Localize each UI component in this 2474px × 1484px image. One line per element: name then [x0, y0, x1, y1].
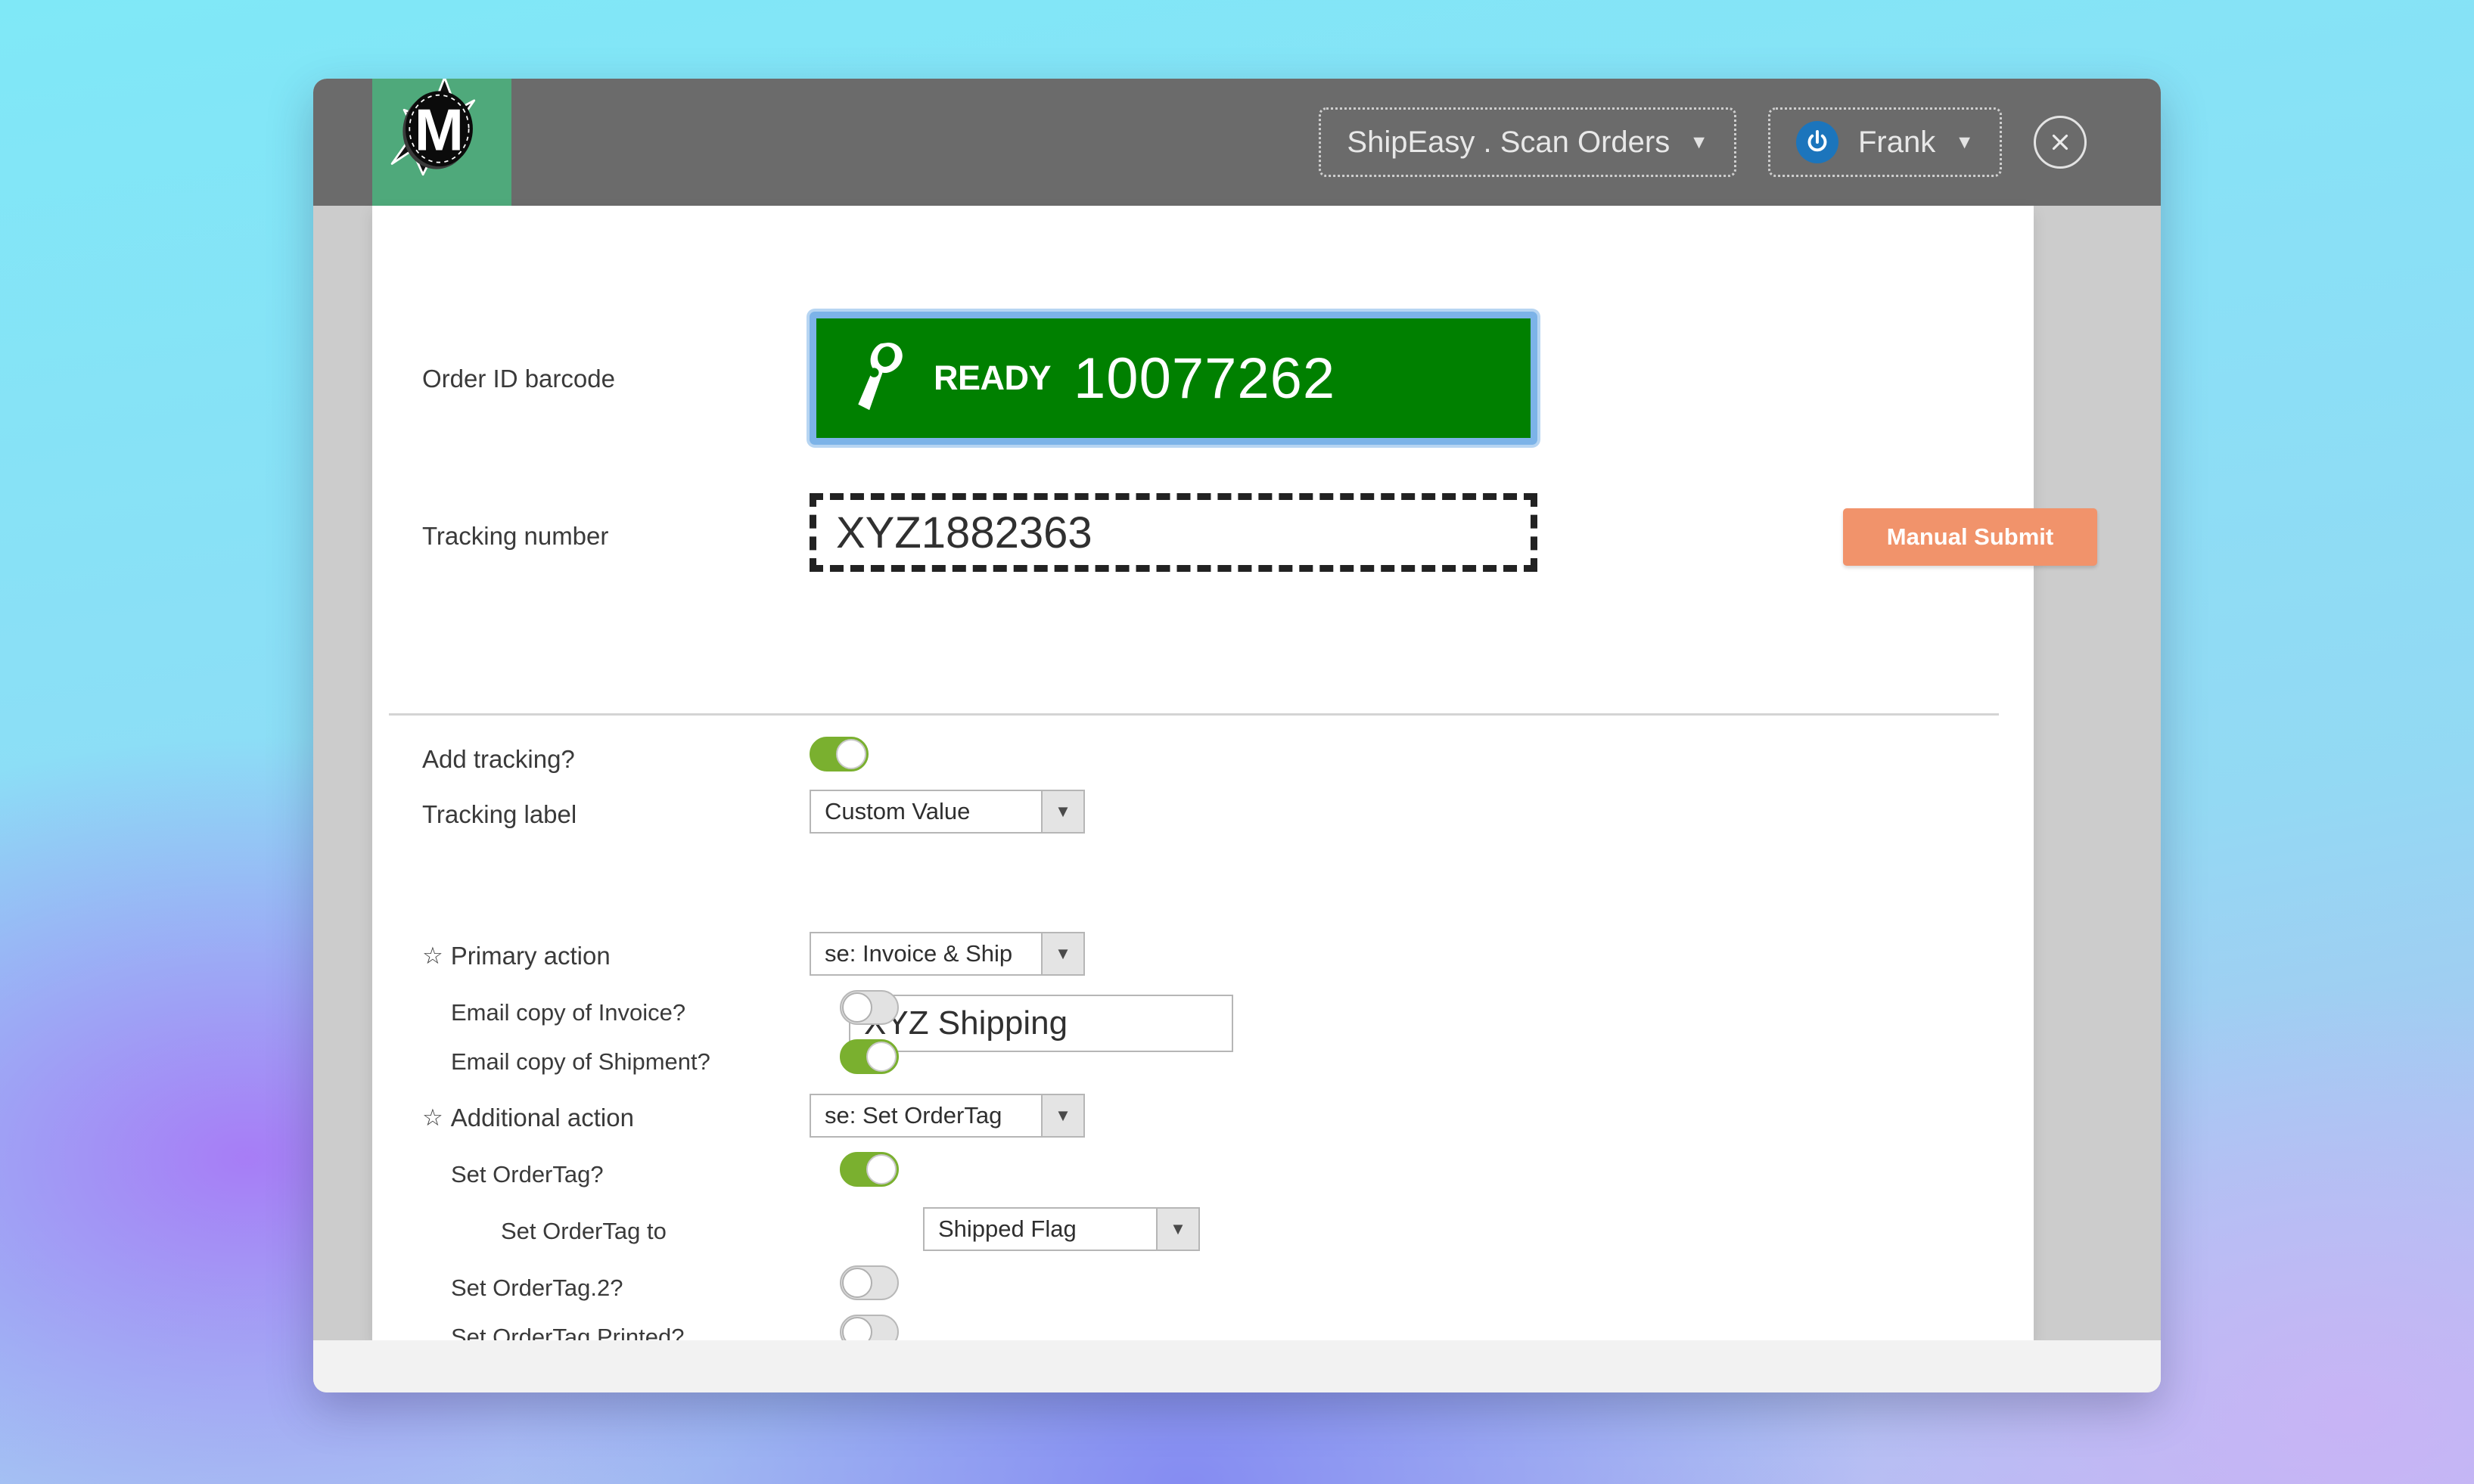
barcode-scanner-icon: [858, 342, 903, 411]
scan-orders-page: Order ID barcode READY 10077262 Tracking…: [372, 206, 2097, 1349]
tracking-number-input[interactable]: [810, 493, 1537, 572]
primary-action-value: se: Invoice & Ship: [825, 940, 1013, 967]
scan-form: Order ID barcode READY 10077262 Tracking…: [372, 206, 2097, 1349]
titlebar-actions: ShipEasy . Scan Orders ▼ Frank ▼: [1319, 79, 2161, 206]
chevron-down-icon: ▼: [1689, 131, 1708, 153]
app-selector-dropdown[interactable]: ShipEasy . Scan Orders ▼: [1319, 107, 1736, 177]
set-ordertag-to-label: Set OrderTag to: [501, 1218, 667, 1244]
window-footer: [313, 1340, 2161, 1392]
set-ordertag-label: Set OrderTag?: [451, 1161, 604, 1188]
set-ordertag-2-toggle[interactable]: [840, 1265, 899, 1300]
app-selector-label: ShipEasy . Scan Orders: [1347, 125, 1671, 159]
tracking-custom-value-input[interactable]: [849, 995, 1233, 1052]
add-tracking-label: Add tracking?: [422, 745, 575, 773]
order-id-value: 10077262: [1074, 346, 1336, 411]
chevron-down-icon: ▼: [1041, 1095, 1083, 1136]
star-icon: ☆: [422, 1104, 443, 1131]
toggle-knob: [842, 1268, 872, 1298]
section-divider: [389, 713, 1999, 716]
additional-action-value: se: Set OrderTag: [825, 1102, 1002, 1129]
toggle-knob: [866, 1154, 897, 1184]
chevron-down-icon: ▼: [1156, 1209, 1198, 1250]
set-ordertag-toggle[interactable]: [840, 1152, 899, 1187]
add-tracking-toggle[interactable]: [810, 737, 869, 771]
tracking-number-label: Tracking number: [422, 522, 609, 550]
email-invoice-label: Email copy of Invoice?: [451, 999, 686, 1026]
close-button[interactable]: [2034, 116, 2087, 169]
toggle-knob: [842, 992, 872, 1023]
email-shipment-label: Email copy of Shipment?: [451, 1048, 710, 1075]
email-invoice-toggle[interactable]: [840, 990, 899, 1025]
close-icon: [2052, 134, 2068, 151]
star-icon: ☆: [422, 942, 443, 969]
scanner-status-text: READY: [934, 359, 1052, 397]
set-ordertag-to-select[interactable]: Shipped Flag ▼: [923, 1207, 1200, 1251]
toggle-knob: [866, 1042, 897, 1072]
user-menu-dropdown[interactable]: Frank ▼: [1768, 107, 2002, 177]
additional-action-label: Additional action: [450, 1104, 634, 1132]
primary-action-select[interactable]: se: Invoice & Ship ▼: [810, 932, 1085, 976]
tracking-label-select[interactable]: Custom Value ▼: [810, 790, 1085, 834]
power-icon: [1796, 121, 1838, 163]
email-shipment-toggle[interactable]: [840, 1039, 899, 1074]
additional-action-label-row: ☆ Additional action: [422, 1105, 634, 1130]
lightning-m-logo-icon: M: [390, 79, 476, 176]
set-ordertag-to-value: Shipped Flag: [938, 1215, 1077, 1242]
order-barcode-label: Order ID barcode: [422, 365, 615, 393]
title-bar: M ShipEasy . Scan Orders ▼ Frank ▼: [313, 79, 2161, 206]
toggle-knob: [836, 739, 866, 769]
app-window: M ShipEasy . Scan Orders ▼ Frank ▼ Order…: [313, 79, 2161, 1392]
tracking-label-value: Custom Value: [825, 798, 971, 824]
tracking-label-label: Tracking label: [422, 800, 577, 828]
app-logo: M: [372, 79, 511, 206]
primary-action-label-row: ☆ Primary action: [422, 943, 611, 968]
set-ordertag-2-label: Set OrderTag.2?: [451, 1274, 623, 1301]
manual-submit-button[interactable]: Manual Submit: [1843, 508, 2097, 566]
chevron-down-icon: ▼: [1041, 933, 1083, 974]
user-menu-label: Frank: [1858, 125, 1936, 159]
chevron-down-icon: ▼: [1955, 131, 1974, 153]
window-body: Order ID barcode READY 10077262 Tracking…: [313, 206, 2161, 1392]
additional-action-select[interactable]: se: Set OrderTag ▼: [810, 1094, 1085, 1138]
order-barcode-field[interactable]: READY 10077262: [810, 312, 1537, 445]
svg-text:M: M: [415, 97, 464, 163]
primary-action-label: Primary action: [450, 942, 611, 970]
order-barcode-display: READY 10077262: [816, 318, 1531, 438]
chevron-down-icon: ▼: [1041, 791, 1083, 832]
